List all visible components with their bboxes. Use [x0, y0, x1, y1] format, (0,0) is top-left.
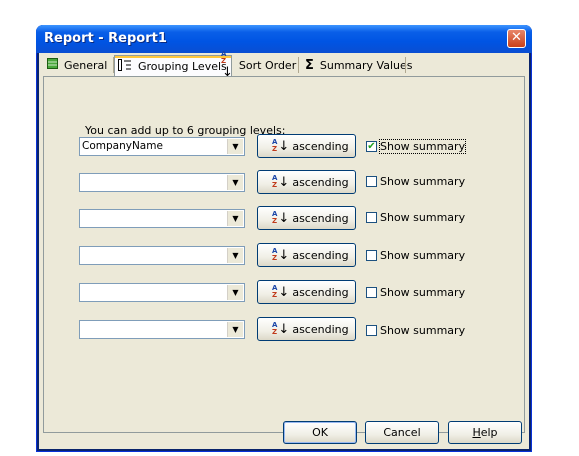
chevron-down-icon[interactable]: ▼ — [227, 175, 243, 190]
group-field-value: CompanyName — [82, 140, 163, 152]
sort-direction-label: ascending — [292, 248, 349, 262]
close-icon: ✕ — [511, 30, 522, 45]
tab-divider — [298, 57, 299, 73]
sort-az-icon: A Z ↓ — [272, 210, 290, 226]
grouping-icon — [118, 59, 132, 74]
group-field-combo-1[interactable]: CompanyName ▼ — [79, 137, 245, 156]
group-field-combo-6[interactable]: ▼ — [79, 320, 245, 339]
show-summary-checkbox-4[interactable]: Show summary — [366, 249, 465, 262]
tab-summary-values[interactable]: Σ Summary Values — [305, 55, 412, 75]
checkmark-icon: ✔ — [367, 140, 376, 152]
show-summary-checkbox-2[interactable]: Show summary — [366, 175, 465, 188]
checkbox-box[interactable] — [366, 176, 377, 187]
sort-direction-label: ascending — [292, 285, 349, 299]
checkbox-box[interactable] — [366, 287, 377, 298]
sort-direction-label: ascending — [292, 322, 349, 336]
show-summary-label: Show summary — [378, 139, 467, 154]
sort-az-icon: A Z ↓ — [272, 174, 290, 190]
report-dialog: Report - Report1 ✕ General Grouping Leve… — [36, 25, 532, 452]
checkbox-box[interactable] — [366, 325, 377, 336]
chevron-down-icon[interactable]: ▼ — [227, 211, 243, 226]
sort-direction-label: ascending — [292, 139, 349, 153]
tab-sort-order[interactable]: A Z ↓ Sort Order — [221, 50, 297, 80]
sort-direction-button-3[interactable]: A Z ↓ ascending — [257, 206, 356, 230]
tab-divider — [405, 57, 406, 73]
tab-summary-values-label: Summary Values — [319, 58, 413, 72]
checkbox-box[interactable] — [366, 212, 377, 223]
show-summary-checkbox-1[interactable]: ✔ Show summary — [366, 139, 467, 154]
close-button[interactable]: ✕ — [507, 29, 526, 48]
group-field-combo-4[interactable]: ▼ — [79, 246, 245, 265]
chevron-down-icon[interactable]: ▼ — [227, 285, 243, 300]
group-field-combo-2[interactable]: ▼ — [79, 173, 245, 192]
show-summary-checkbox-3[interactable]: Show summary — [366, 211, 465, 224]
show-summary-checkbox-5[interactable]: Show summary — [366, 286, 465, 299]
tab-general[interactable]: General — [47, 55, 107, 75]
show-summary-label: Show summary — [380, 211, 466, 224]
sort-direction-button-6[interactable]: A Z ↓ ascending — [257, 317, 356, 341]
show-summary-checkbox-6[interactable]: Show summary — [366, 324, 465, 337]
show-summary-label: Show summary — [380, 249, 466, 262]
help-button-label: elp — [480, 426, 498, 439]
chevron-down-icon[interactable]: ▼ — [227, 248, 243, 263]
checkbox-box[interactable]: ✔ — [366, 141, 377, 152]
sigma-icon: Σ — [305, 57, 314, 73]
chevron-down-icon[interactable]: ▼ — [227, 322, 243, 337]
help-button[interactable]: Help — [448, 421, 522, 444]
group-field-combo-5[interactable]: ▼ — [79, 283, 245, 302]
ok-button-label: OK — [312, 426, 328, 439]
tab-grouping-levels-label: Grouping Levels — [138, 60, 227, 73]
group-field-combo-3[interactable]: ▼ — [79, 209, 245, 228]
ok-button[interactable]: OK — [283, 421, 357, 444]
sort-direction-button-4[interactable]: A Z ↓ ascending — [257, 243, 356, 267]
tab-grouping-levels[interactable]: Grouping Levels — [114, 55, 232, 77]
chevron-down-icon[interactable]: ▼ — [227, 139, 243, 154]
window-title: Report - Report1 — [44, 31, 167, 46]
checkbox-box[interactable] — [366, 250, 377, 261]
tab-sort-order-label: Sort Order — [238, 58, 297, 72]
cancel-button[interactable]: Cancel — [365, 421, 439, 444]
show-summary-label: Show summary — [380, 286, 466, 299]
sort-direction-label: ascending — [292, 211, 349, 225]
sort-az-icon: A Z ↓ — [272, 138, 290, 154]
tab-strip: General Grouping Levels A Z ↓ Sort Order Σ… — [39, 50, 529, 80]
sort-az-icon: A Z ↓ — [272, 284, 290, 300]
sort-direction-button-5[interactable]: A Z ↓ ascending — [257, 280, 356, 304]
sort-az-icon: A Z ↓ — [272, 321, 290, 337]
title-bar[interactable]: Report - Report1 ✕ — [36, 25, 532, 53]
table-icon — [47, 58, 58, 72]
sort-direction-label: ascending — [292, 175, 349, 189]
instructions-text: You can add up to 6 grouping levels: — [85, 124, 286, 137]
tab-general-label: General — [64, 58, 108, 72]
help-button-accel: H — [472, 426, 481, 439]
cancel-button-label: Cancel — [383, 426, 421, 439]
sort-az-icon: A Z ↓ — [272, 247, 290, 263]
sort-direction-button-1[interactable]: A Z ↓ ascending — [257, 134, 356, 158]
show-summary-label: Show summary — [380, 175, 466, 188]
sort-direction-button-2[interactable]: A Z ↓ ascending — [257, 170, 356, 194]
show-summary-label: Show summary — [380, 324, 466, 337]
